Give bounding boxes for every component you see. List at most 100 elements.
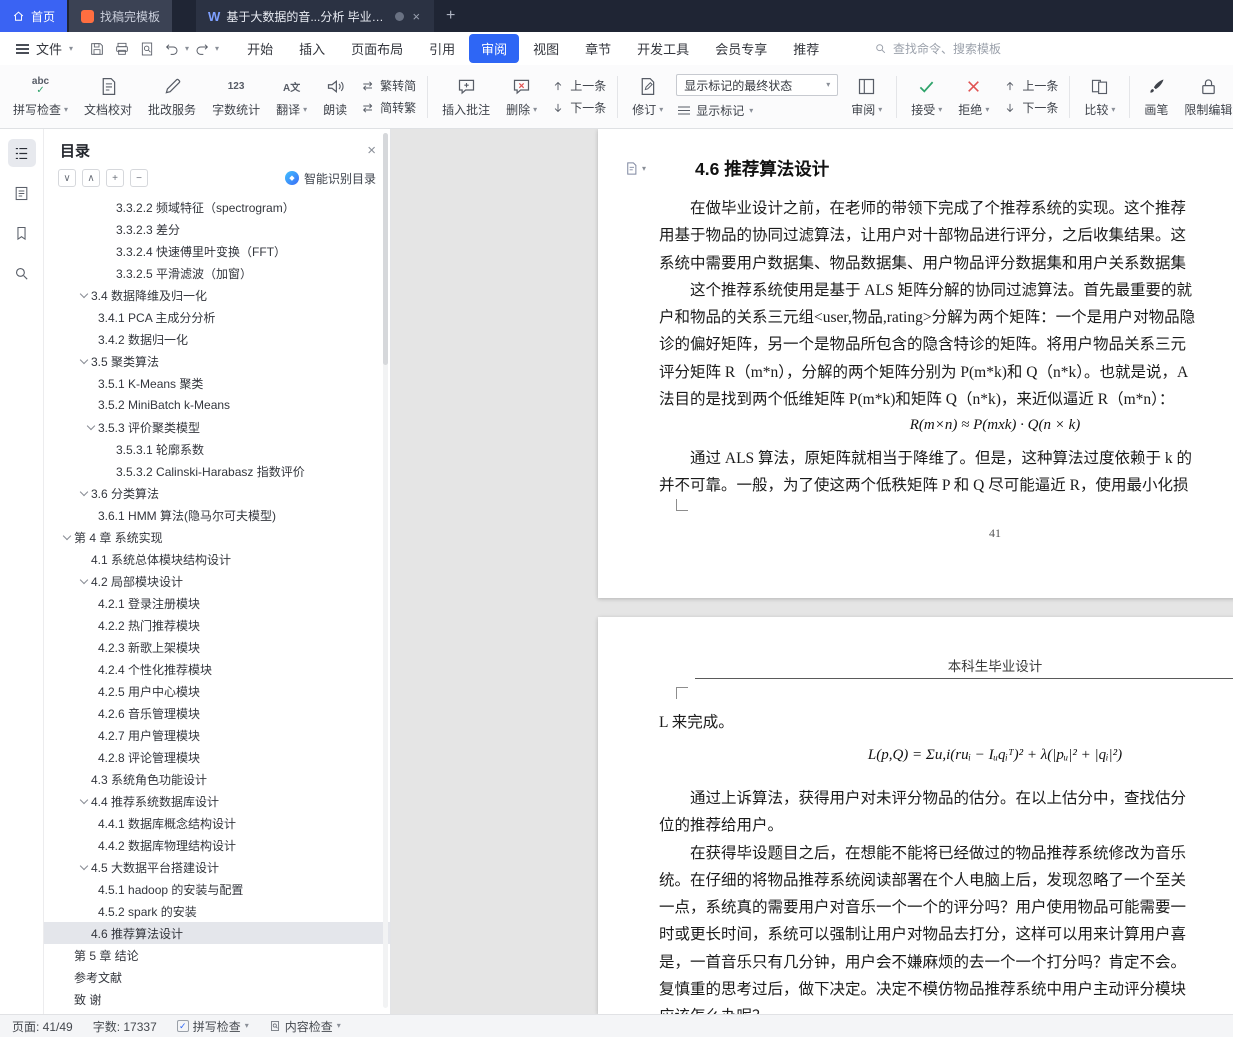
track-changes-button[interactable]: 修订 (625, 70, 670, 123)
toc-item[interactable]: 4.2.6 音乐管理模块 (44, 702, 390, 724)
file-menu-button[interactable]: 文件 (0, 39, 81, 58)
document-text-line[interactable]: 这个推荐系统使用是基于 ALS 矩阵分解的协同过滤算法。首先最重要的就 (659, 277, 1233, 304)
document-text-line[interactable]: 复慎重的思考过后，做下决定。决定不模仿物品推荐系统中用户主动评分模块 (659, 976, 1233, 1003)
menu-tab-章节[interactable]: 章节 (573, 34, 623, 63)
tab-document[interactable]: W 基于大数据的音...分析 毕业论文 (196, 0, 435, 32)
print-button[interactable] (110, 37, 134, 61)
styles-panel-button[interactable] (8, 179, 36, 207)
spell-check-status[interactable]: 拼写检查 (176, 1018, 249, 1035)
close-document-tab-icon[interactable] (410, 9, 422, 24)
document-text-line[interactable]: 通过上诉算法，获得用户对未评分物品的估分。在以上估分中，查找估分 (659, 785, 1233, 812)
document-text-line[interactable]: 是，一首音乐只有几分钟，用户会不嫌麻烦的去一个一个打分吗？肯定不会。 (659, 949, 1233, 976)
menu-tab-引用[interactable]: 引用 (417, 34, 467, 63)
prev-change-button[interactable]: 上一条 (1002, 77, 1058, 94)
word-count-button[interactable]: 123 字数统计 (205, 70, 267, 123)
tab-home[interactable]: 首页 (0, 0, 68, 32)
document-page-42[interactable]: 本科生毕业设计 L 来完成。 L(p,Q) = Σu,i(ruᵢ − Iᵤqᵢᵀ… (598, 617, 1233, 1014)
toc-item[interactable]: 3.3.2.4 快速傅里叶变换（FFT） (44, 240, 390, 262)
toc-item[interactable]: 4.3 系统角色功能设计 (44, 768, 390, 790)
toc-item[interactable]: 3.3.2.3 差分 (44, 218, 390, 240)
accept-button[interactable]: 接受 (904, 70, 949, 123)
toc-item[interactable]: 4.2.7 用户管理模块 (44, 724, 390, 746)
section-heading[interactable]: 4.6 推荐算法设计 (695, 156, 829, 181)
toc-item[interactable]: 4.2.4 个性化推荐模块 (44, 658, 390, 680)
document-text-line[interactable]: 在获得毕设题目之后，在想能不能将已经做过的物品推荐系统修改为音乐 (659, 840, 1233, 867)
document-text-line[interactable]: 系统中需要用户数据集、物品数据集、用户物品评分数据集和用户关系数据集 (659, 250, 1233, 277)
menu-tab-开发工具[interactable]: 开发工具 (625, 34, 701, 63)
document-text-line[interactable]: 统。在仔细的将物品推荐系统阅读部署在个人电脑上后，发现忽略了一个至关 (659, 867, 1233, 894)
simp-to-trad-button[interactable]: ⇄ 简转繁 (360, 99, 417, 116)
toc-item[interactable]: 参考文献 (44, 966, 390, 988)
bookmark-panel-button[interactable] (8, 219, 36, 247)
restrict-editing-button[interactable]: 限制编辑 (1177, 70, 1233, 123)
collapse-arrow-icon[interactable] (77, 799, 91, 803)
toc-item[interactable]: 4.2.8 评论管理模块 (44, 746, 390, 768)
document-text-line[interactable]: 诊的偏好矩阵，另一个是物品所包含的隐含特诊的矩阵。将用户物品关系三元 (659, 331, 1233, 358)
toc-item[interactable]: 3.3.2.2 频域特征（spectrogram） (44, 196, 390, 218)
prev-comment-button[interactable]: 上一条 (550, 77, 606, 94)
toc-item[interactable]: 第 4 章 系统实现 (44, 526, 390, 548)
toc-item[interactable]: 4.2.2 热门推荐模块 (44, 614, 390, 636)
toc-panel-button[interactable] (7, 139, 36, 167)
toc-scrollbar-thumb[interactable] (383, 133, 388, 365)
document-text-line[interactable]: 法目的是找到两个低维矩阵 P(m*k)和矩阵 Q（n*k)，来近似逼近 R（m*… (659, 386, 1233, 413)
expand-level-button[interactable]: + (106, 169, 124, 187)
document-page-41[interactable]: 4.6 推荐算法设计 在做毕业设计之前，在老师的带领下完成了个推荐系统的实现。这… (598, 129, 1233, 598)
document-text-line[interactable]: 并不可靠。一般，为了使这两个低秩矩阵 P 和 Q 尽可能逼近 R，使用最小化损 (659, 472, 1233, 499)
toc-item[interactable]: 3.4 数据降维及归一化 (44, 284, 390, 306)
undo-dropdown-icon[interactable] (185, 45, 189, 53)
toc-item[interactable]: 3.5.2 MiniBatch k-Means (44, 394, 390, 416)
undo-button[interactable] (160, 37, 184, 61)
show-markup-button[interactable]: 显示标记 (676, 102, 838, 119)
toc-item[interactable]: 3.4.2 数据归一化 (44, 328, 390, 350)
page2-first-line[interactable]: L 来完成。 (659, 709, 1233, 736)
word-count-indicator[interactable]: 字数: 17337 (93, 1018, 157, 1035)
read-aloud-button[interactable]: 朗读 (316, 70, 354, 123)
collapse-arrow-icon[interactable] (77, 491, 91, 495)
trad-to-simp-button[interactable]: ⇄ 繁转简 (360, 77, 417, 94)
toc-item[interactable]: 4.2.5 用户中心模块 (44, 680, 390, 702)
next-comment-button[interactable]: 下一条 (550, 99, 606, 116)
markup-state-select[interactable]: 显示标记的最终状态 (676, 74, 839, 96)
document-text-line[interactable]: 应该怎么办呢？ (659, 1003, 1233, 1014)
document-text-line[interactable]: 户和物品的关系三元组<user,物品,rating>分解为两个矩阵：一个是用户对… (659, 304, 1233, 331)
menu-tab-视图[interactable]: 视图 (521, 34, 571, 63)
document-text-line[interactable]: 用基于物品的协同过滤算法，让用户对十部物品进行评分，之后收集结果。这 (659, 222, 1233, 249)
menu-tab-插入[interactable]: 插入 (287, 34, 337, 63)
toc-item[interactable]: 3.5 聚类算法 (44, 350, 390, 372)
doc-proofing-button[interactable]: 文档校对 (77, 70, 139, 123)
toc-item[interactable]: 3.5.3 评价聚类模型 (44, 416, 390, 438)
toc-item[interactable]: 4.4.2 数据库物理结构设计 (44, 834, 390, 856)
collapse-all-button[interactable]: ∨ (58, 169, 76, 187)
command-search[interactable]: 查找命令、搜索模板 (874, 40, 1001, 57)
tab-template-store[interactable]: 找稿完模板 (69, 0, 173, 32)
document-text-line[interactable]: 通过 ALS 算法，原矩阵就相当于降维了。但是，这种算法过度依赖于 k 的 (659, 445, 1233, 472)
menu-tab-会员专享[interactable]: 会员专享 (703, 34, 779, 63)
collapse-arrow-icon[interactable] (60, 535, 74, 539)
toc-item[interactable]: 3.3.2.5 平滑滤波（加窗） (44, 262, 390, 284)
ink-button[interactable]: 画笔 (1137, 70, 1175, 123)
toc-item[interactable]: 3.5.3.1 轮廓系数 (44, 438, 390, 460)
toc-item[interactable]: 3.4.1 PCA 主成分分析 (44, 306, 390, 328)
toc-item[interactable]: 4.2.1 登录注册模块 (44, 592, 390, 614)
toc-item[interactable]: 4.1 系统总体模块结构设计 (44, 548, 390, 570)
next-change-button[interactable]: 下一条 (1002, 99, 1058, 116)
menu-tab-审阅[interactable]: 审阅 (469, 34, 520, 63)
toc-item[interactable]: 致 谢 (44, 988, 390, 1010)
toc-item[interactable]: 3.5.3.2 Calinski-Harabasz 指数评价 (44, 460, 390, 482)
toc-item[interactable]: 3.5.1 K-Means 聚类 (44, 372, 390, 394)
toc-item[interactable]: 4.2 局部模块设计 (44, 570, 390, 592)
new-tab-button[interactable] (434, 0, 467, 32)
toc-item[interactable]: 4.6 推荐算法设计 (44, 922, 390, 944)
correction-service-button[interactable]: 批改服务 (141, 70, 203, 123)
toc-item[interactable]: 4.5.2 spark 的安装 (44, 900, 390, 922)
collapse-arrow-icon[interactable] (77, 293, 91, 297)
document-text-line[interactable]: 时或更长时间，系统可以强制让用户对物品去打分，这样可以用来计算用户喜 (659, 921, 1233, 948)
save-button[interactable] (85, 37, 109, 61)
redo-dropdown-icon[interactable] (215, 45, 219, 53)
compare-button[interactable]: 比较 (1077, 70, 1122, 123)
document-text-line[interactable]: 在做毕业设计之前，在老师的带领下完成了个推荐系统的实现。这个推荐 (659, 195, 1233, 222)
toc-item[interactable]: 3.6 分类算法 (44, 482, 390, 504)
collapse-arrow-icon[interactable] (77, 359, 91, 363)
comment-indicator[interactable] (624, 161, 646, 176)
